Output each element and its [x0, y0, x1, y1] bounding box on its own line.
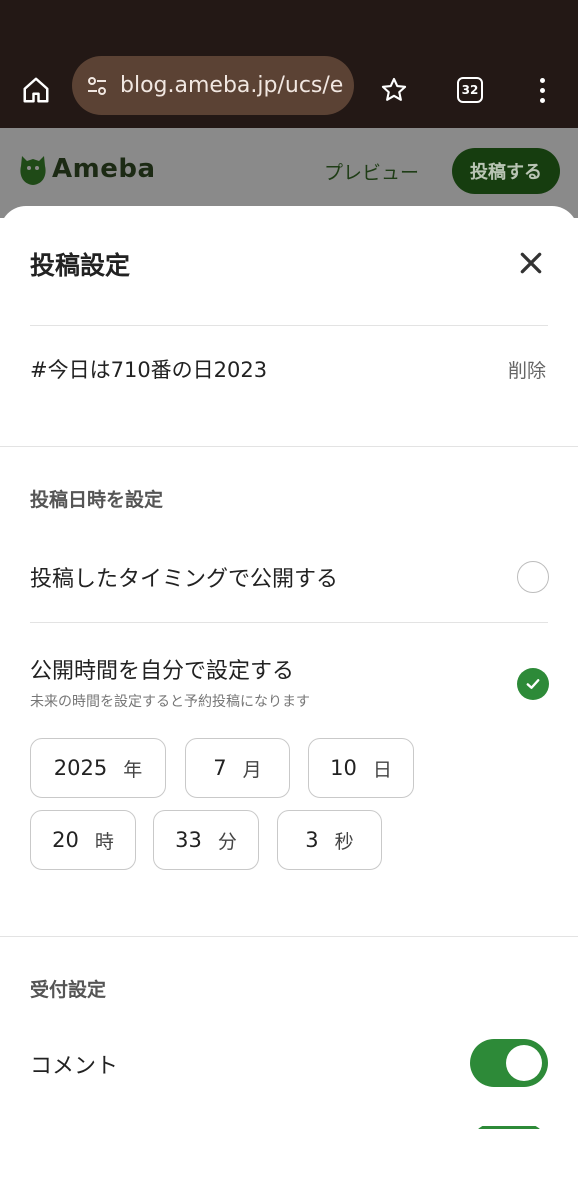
day-value: 10 — [330, 756, 357, 780]
schedule-section-label: 投稿日時を設定 — [30, 489, 164, 511]
year-unit: 年 — [123, 758, 143, 781]
minute-unit: 分 — [217, 830, 237, 853]
divider — [30, 325, 548, 326]
browser-toolbar: blog.ameba.jp/ucs/e 32 — [0, 50, 578, 128]
second-value: 3 — [305, 828, 319, 852]
minute-value: 33 — [175, 828, 202, 852]
month-value: 7 — [213, 756, 227, 780]
month-unit: 月 — [242, 758, 262, 781]
option-custom-note: 未来の時間を設定すると予約投稿になります — [30, 694, 310, 710]
hour-value: 20 — [52, 828, 79, 852]
url-bar[interactable]: blog.ameba.jp/ucs/e — [72, 56, 354, 115]
check-icon — [526, 679, 540, 689]
page-header: Ameba プレビュー 投稿する — [0, 128, 578, 218]
home-icon[interactable] — [14, 68, 58, 112]
comment-label: コメント — [30, 1054, 119, 1079]
ameba-logo[interactable]: Ameba — [18, 150, 156, 188]
more-vert-icon[interactable] — [522, 68, 562, 112]
month-field[interactable]: 7 月 — [185, 738, 290, 798]
tune-icon[interactable] — [84, 73, 110, 99]
toggle-knob — [506, 1045, 542, 1081]
post-button[interactable]: 投稿する — [452, 148, 560, 194]
status-bar — [0, 0, 578, 50]
option-immediate-radio[interactable] — [517, 561, 549, 593]
sheet-title: 投稿設定 — [30, 251, 131, 280]
post-settings-sheet: 投稿設定 #今日は710番の日2023 削除 投稿日時を設定 投稿したタイミング… — [0, 206, 578, 1200]
section-divider — [0, 446, 578, 447]
day-unit: 日 — [372, 758, 392, 781]
year-value: 2025 — [53, 756, 108, 780]
divider — [30, 622, 548, 623]
star-icon[interactable] — [372, 68, 416, 112]
hour-unit: 時 — [94, 830, 114, 853]
preview-link[interactable]: プレビュー — [324, 158, 419, 185]
minute-field[interactable]: 33 分 — [153, 810, 259, 870]
day-field[interactable]: 10 日 — [308, 738, 414, 798]
hour-field[interactable]: 20 時 — [30, 810, 136, 870]
hashtag-text: #今日は710番の日2023 — [30, 358, 268, 382]
option-custom-label[interactable]: 公開時間を自分で設定する — [30, 653, 294, 685]
delete-tag-button[interactable]: 削除 — [508, 356, 546, 383]
option-immediate-label[interactable]: 投稿したタイミングで公開する — [30, 561, 338, 593]
tab-switcher-icon[interactable]: 32 — [448, 68, 492, 112]
clip-mask — [0, 1129, 578, 1200]
tab-count: 32 — [457, 77, 483, 103]
reception-section-label: 受付設定 — [30, 979, 107, 1001]
ameba-mascot-icon — [20, 156, 46, 185]
year-field[interactable]: 2025 年 — [30, 738, 166, 798]
second-field[interactable]: 3 秒 — [277, 810, 382, 870]
close-icon[interactable] — [512, 244, 550, 282]
option-custom-radio[interactable] — [517, 668, 549, 700]
next-row-clip — [0, 1126, 578, 1200]
comment-toggle[interactable] — [470, 1039, 548, 1087]
second-unit: 秒 — [334, 830, 354, 853]
section-divider — [0, 936, 578, 937]
url-text[interactable]: blog.ameba.jp/ucs/e — [120, 73, 346, 98]
logo-text: Ameba — [52, 154, 156, 184]
